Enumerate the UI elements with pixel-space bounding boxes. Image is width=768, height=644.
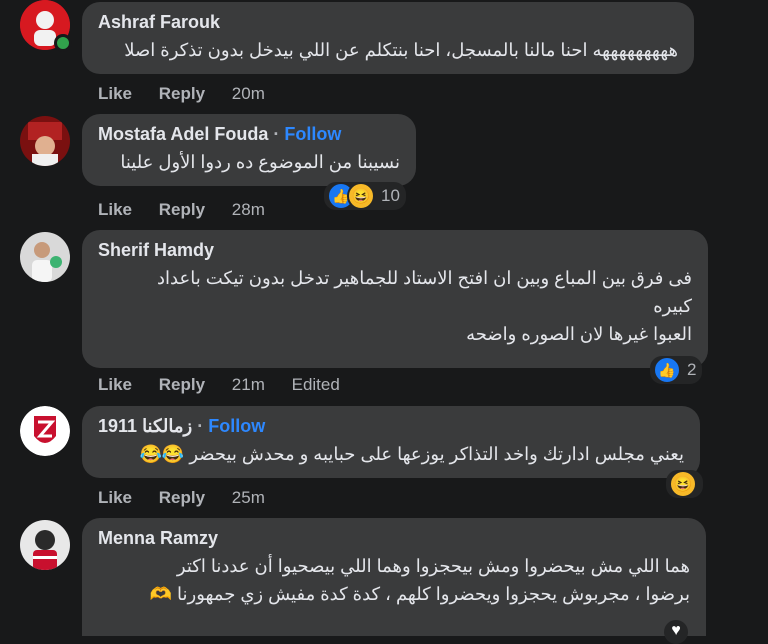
- comment-actions: Like Reply 25m: [98, 488, 287, 508]
- comment-text: نسيبنا من الموضوع ده ردوا الأول علينا: [120, 152, 400, 172]
- comment-text: يعني مجلس ادارتك واخد التذاكر يوزعها على…: [139, 444, 685, 464]
- comment-bubble: Mostafa Adel Fouda · Follow نسيبنا من ال…: [82, 114, 416, 186]
- avatar[interactable]: [20, 406, 70, 456]
- online-status-indicator: [54, 34, 72, 52]
- like-button[interactable]: Like: [98, 488, 132, 507]
- comment-text-line: برضوا ، مجربوش يحجزوا ويحضروا كلهم ، كدة…: [149, 584, 690, 604]
- like-button[interactable]: Like: [98, 84, 132, 103]
- comment-text-line: كبيره: [653, 296, 692, 316]
- commenter-name[interactable]: Ashraf Farouk: [98, 12, 678, 33]
- commenter-name[interactable]: Sherif Hamdy: [98, 240, 692, 261]
- follow-button[interactable]: Follow: [208, 416, 265, 436]
- commenter-name[interactable]: زمالكنا 1911: [98, 416, 192, 436]
- reaction-summary[interactable]: 👍 2: [650, 356, 703, 384]
- timestamp[interactable]: 28m: [232, 200, 265, 219]
- reply-button[interactable]: Reply: [159, 84, 205, 103]
- comment-text-line: فى فرق بين المباع وبين ان افتح الاستاد ل…: [157, 268, 692, 288]
- comment-bubble: Sherif Hamdy فى فرق بين المباع وبين ان ا…: [82, 230, 708, 368]
- avatar[interactable]: [20, 232, 70, 282]
- reply-button[interactable]: Reply: [159, 375, 205, 394]
- reaction-summary[interactable]: 👍 😆 10: [324, 182, 406, 210]
- avatar-image: [20, 520, 70, 570]
- commenter-name-row: زمالكنا 1911 · Follow: [98, 416, 684, 437]
- comment-bubble: Menna Ramzy هما اللي مش بيحضروا ومش بيحج…: [82, 518, 706, 636]
- avatar-image: [20, 116, 70, 166]
- commenter-name-row: Mostafa Adel Fouda · Follow: [98, 124, 400, 145]
- comment-bubble: زمالكنا 1911 · Follow يعني مجلس ادارتك و…: [82, 406, 700, 478]
- edited-label[interactable]: Edited: [292, 375, 340, 394]
- separator-dot: ·: [273, 124, 280, 144]
- haha-reaction-icon: 😆: [669, 470, 697, 498]
- timestamp[interactable]: 25m: [232, 488, 265, 507]
- avatar[interactable]: [20, 520, 70, 570]
- avatar[interactable]: [20, 116, 70, 166]
- commenter-name[interactable]: Mostafa Adel Fouda: [98, 124, 268, 144]
- follow-button[interactable]: Follow: [284, 124, 341, 144]
- commenter-name[interactable]: Menna Ramzy: [98, 528, 690, 549]
- heart-reaction-icon[interactable]: ♥: [664, 620, 688, 644]
- separator-dot: ·: [197, 416, 204, 436]
- timestamp[interactable]: 20m: [232, 84, 265, 103]
- comment-bubble: Ashraf Farouk هههههههههه احنا مالنا بالم…: [82, 2, 694, 74]
- comment-actions: Like Reply 21m Edited: [98, 375, 362, 395]
- timestamp[interactable]: 21m: [232, 375, 265, 394]
- reply-button[interactable]: Reply: [159, 488, 205, 507]
- comment-actions: Like Reply 28m: [98, 200, 287, 220]
- reply-button[interactable]: Reply: [159, 200, 205, 219]
- avatar-image: [20, 406, 70, 456]
- haha-reaction-icon: 😆: [347, 182, 375, 210]
- comment-text-line: هما اللي مش بيحضروا ومش بيحجزوا وهما الل…: [176, 556, 690, 576]
- like-button[interactable]: Like: [98, 375, 132, 394]
- comment-text: هههههههههه احنا مالنا بالمسجل، احنا بنتك…: [124, 40, 678, 60]
- reaction-summary[interactable]: 😆: [666, 470, 703, 498]
- like-reaction-icon: 👍: [653, 356, 681, 384]
- reaction-count: 10: [381, 186, 400, 205]
- reaction-count: 2: [687, 360, 697, 379]
- avatar-image: [20, 232, 70, 282]
- comment-text-line: العبوا غيرها لان الصوره واضحه: [466, 324, 692, 344]
- like-button[interactable]: Like: [98, 200, 132, 219]
- comment-actions: Like Reply 20m: [98, 84, 287, 104]
